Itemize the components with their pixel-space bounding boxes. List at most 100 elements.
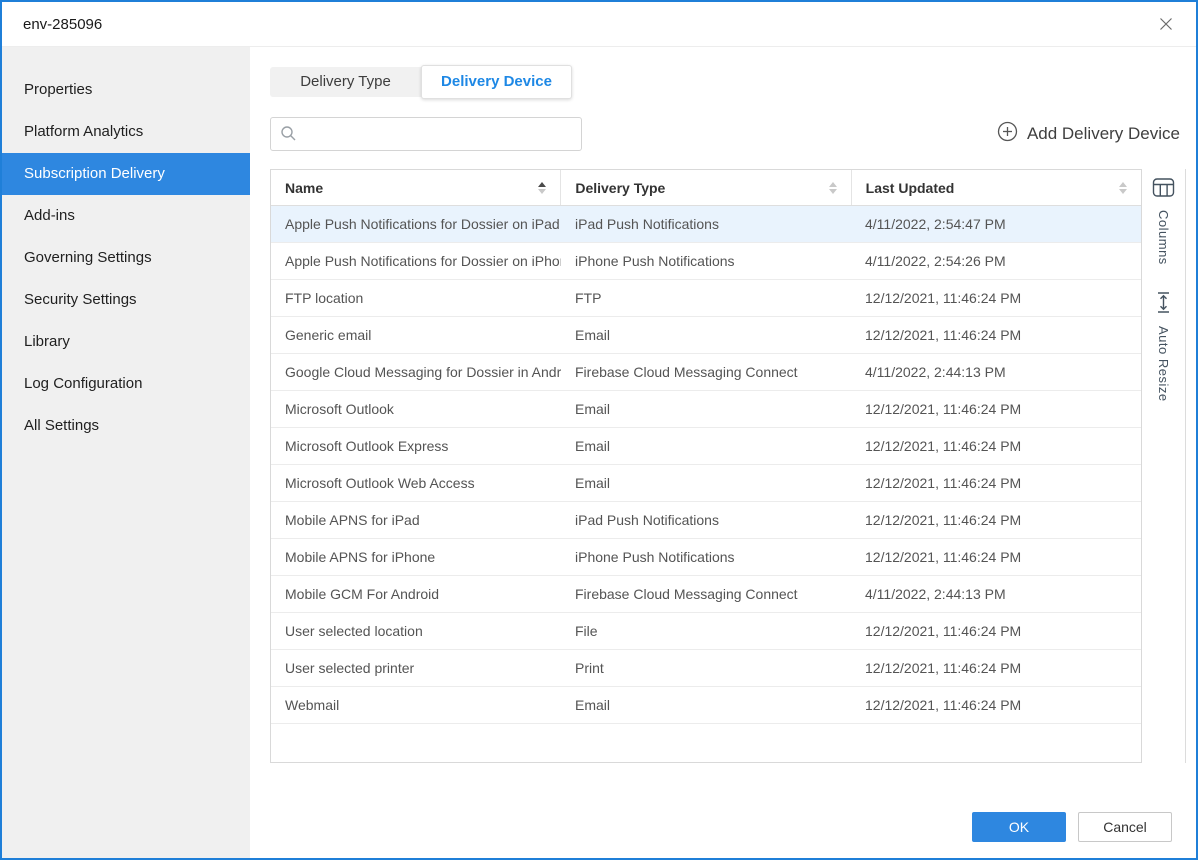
table-controls: Add Delivery Device (270, 117, 1196, 151)
cell-name: User selected printer (271, 660, 561, 676)
table-header-row: Name Delivery Type Last Updated (271, 170, 1141, 206)
column-header-last-updated[interactable]: Last Updated (852, 170, 1141, 205)
cell-last-updated: 12/12/2021, 11:46:24 PM (851, 327, 1141, 343)
columns-icon (1152, 177, 1175, 203)
table-row[interactable]: Google Cloud Messaging for Dossier in An… (271, 354, 1141, 391)
search-input[interactable] (270, 117, 582, 151)
table-row[interactable]: Apple Push Notifications for Dossier on … (271, 243, 1141, 280)
sidebar-item-library[interactable]: Library (2, 321, 250, 363)
column-header-delivery-type[interactable]: Delivery Type (561, 170, 851, 205)
cell-last-updated: 12/12/2021, 11:46:24 PM (851, 290, 1141, 306)
cell-last-updated: 4/11/2022, 2:44:13 PM (851, 364, 1141, 380)
cell-name: User selected location (271, 623, 561, 639)
table-empty-space (271, 724, 1141, 762)
cell-delivery-type: File (561, 623, 851, 639)
sort-arrows-icon (530, 182, 546, 194)
cell-name: FTP location (271, 290, 561, 306)
table-row[interactable]: Mobile APNS for iPhoneiPhone Push Notifi… (271, 539, 1141, 576)
cell-name: Microsoft Outlook Express (271, 438, 561, 454)
tab-group: Delivery TypeDelivery Device (270, 67, 572, 97)
sidebar-item-subscription-delivery[interactable]: Subscription Delivery (2, 153, 250, 195)
table-row[interactable]: User selected printerPrint12/12/2021, 11… (271, 650, 1141, 687)
sort-arrows-icon (821, 182, 837, 194)
cell-name: Mobile APNS for iPhone (271, 549, 561, 565)
table-area: Name Delivery Type Last Updated Apple Push… (270, 169, 1196, 763)
sidebar-item-add-ins[interactable]: Add-ins (2, 195, 250, 237)
cell-name: Microsoft Outlook (271, 401, 561, 417)
cell-delivery-type: FTP (561, 290, 851, 306)
cell-name: Generic email (271, 327, 561, 343)
cell-delivery-type: Email (561, 327, 851, 343)
tab-delivery-type[interactable]: Delivery Type (270, 67, 421, 97)
column-label: Delivery Type (575, 180, 665, 196)
auto-resize-label: Auto Resize (1156, 326, 1171, 402)
cell-delivery-type: Email (561, 401, 851, 417)
sidebar-item-properties[interactable]: Properties (2, 69, 250, 111)
cell-last-updated: 12/12/2021, 11:46:24 PM (851, 623, 1141, 639)
table-row[interactable]: FTP locationFTP12/12/2021, 11:46:24 PM (271, 280, 1141, 317)
cell-delivery-type: Print (561, 660, 851, 676)
window-title: env-285096 (23, 16, 102, 33)
cell-delivery-type: Firebase Cloud Messaging Connect (561, 364, 851, 380)
table-row[interactable]: User selected locationFile12/12/2021, 11… (271, 613, 1141, 650)
cell-last-updated: 12/12/2021, 11:46:24 PM (851, 697, 1141, 713)
auto-resize-icon (1154, 291, 1173, 319)
cancel-button[interactable]: Cancel (1078, 812, 1172, 842)
table-tool-strip: Columns Auto Resize (1142, 169, 1186, 763)
cell-name: Google Cloud Messaging for Dossier in An… (271, 364, 561, 380)
cell-name: Mobile GCM For Android (271, 586, 561, 602)
columns-button[interactable]: Columns (1152, 177, 1175, 265)
table-row[interactable]: Mobile APNS for iPadiPad Push Notificati… (271, 502, 1141, 539)
table-row[interactable]: Microsoft Outlook Web AccessEmail12/12/2… (271, 465, 1141, 502)
sidebar-item-governing-settings[interactable]: Governing Settings (2, 237, 250, 279)
cell-name: Microsoft Outlook Web Access (271, 475, 561, 491)
cell-last-updated: 12/12/2021, 11:46:24 PM (851, 438, 1141, 454)
cell-delivery-type: Firebase Cloud Messaging Connect (561, 586, 851, 602)
table-row[interactable]: Mobile GCM For AndroidFirebase Cloud Mes… (271, 576, 1141, 613)
cell-last-updated: 4/11/2022, 2:44:13 PM (851, 586, 1141, 602)
titlebar: env-285096 (2, 2, 1196, 47)
cell-delivery-type: iPhone Push Notifications (561, 253, 851, 269)
cell-last-updated: 12/12/2021, 11:46:24 PM (851, 512, 1141, 528)
sidebar-item-security-settings[interactable]: Security Settings (2, 279, 250, 321)
add-delivery-device-button[interactable]: Add Delivery Device (997, 121, 1180, 147)
cell-name: Apple Push Notifications for Dossier on … (271, 216, 561, 232)
cell-delivery-type: Email (561, 697, 851, 713)
table-row[interactable]: Generic emailEmail12/12/2021, 11:46:24 P… (271, 317, 1141, 354)
cell-last-updated: 4/11/2022, 2:54:47 PM (851, 216, 1141, 232)
add-delivery-device-label: Add Delivery Device (1027, 124, 1180, 144)
table-body: Apple Push Notifications for Dossier on … (271, 206, 1141, 724)
sidebar-item-log-configuration[interactable]: Log Configuration (2, 363, 250, 405)
sort-arrows-icon (1111, 182, 1127, 194)
cell-name: Apple Push Notifications for Dossier on … (271, 253, 561, 269)
column-label: Name (285, 180, 323, 196)
cell-name: Webmail (271, 697, 561, 713)
environment-settings-dialog: env-285096 PropertiesPlatform AnalyticsS… (0, 0, 1198, 860)
delivery-device-table: Name Delivery Type Last Updated Apple Push… (270, 169, 1142, 763)
cell-delivery-type: iPad Push Notifications (561, 512, 851, 528)
add-plus-icon (997, 121, 1018, 147)
sidebar: PropertiesPlatform AnalyticsSubscription… (2, 47, 250, 858)
ok-button[interactable]: OK (972, 812, 1066, 842)
dialog-footer: OK Cancel (972, 812, 1172, 842)
cell-last-updated: 12/12/2021, 11:46:24 PM (851, 660, 1141, 676)
search-box (270, 117, 582, 151)
table-row[interactable]: WebmailEmail12/12/2021, 11:46:24 PM (271, 687, 1141, 724)
sidebar-item-all-settings[interactable]: All Settings (2, 405, 250, 447)
table-row[interactable]: Microsoft Outlook ExpressEmail12/12/2021… (271, 428, 1141, 465)
tab-delivery-device[interactable]: Delivery Device (421, 65, 572, 99)
column-label: Last Updated (866, 180, 955, 196)
cell-last-updated: 4/11/2022, 2:54:26 PM (851, 253, 1141, 269)
cell-last-updated: 12/12/2021, 11:46:24 PM (851, 549, 1141, 565)
cell-last-updated: 12/12/2021, 11:46:24 PM (851, 401, 1141, 417)
table-row[interactable]: Microsoft OutlookEmail12/12/2021, 11:46:… (271, 391, 1141, 428)
auto-resize-button[interactable]: Auto Resize (1154, 291, 1173, 402)
columns-label: Columns (1156, 210, 1171, 265)
content-pane: Delivery TypeDelivery Device Add Deliver… (250, 47, 1196, 858)
table-row[interactable]: Apple Push Notifications for Dossier on … (271, 206, 1141, 243)
sidebar-item-platform-analytics[interactable]: Platform Analytics (2, 111, 250, 153)
close-icon[interactable] (1154, 12, 1178, 36)
cell-last-updated: 12/12/2021, 11:46:24 PM (851, 475, 1141, 491)
column-header-name[interactable]: Name (271, 170, 561, 205)
search-icon (280, 125, 297, 147)
